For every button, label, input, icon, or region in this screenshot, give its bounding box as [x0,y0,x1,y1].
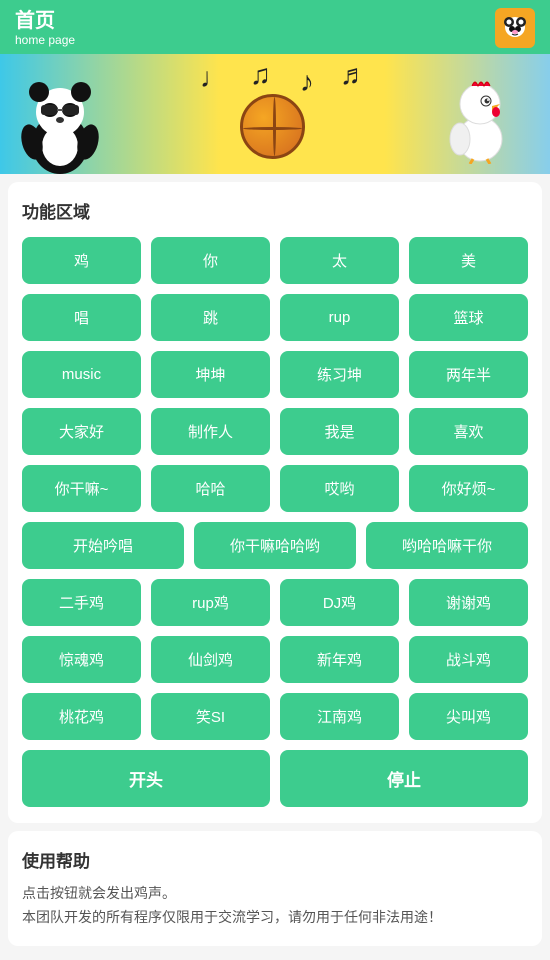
btn-youannoy[interactable]: 你好烦~ [409,465,528,512]
page-subtitle: home page [15,33,75,47]
main-section: 功能区域 鸡 你 太 美 唱 跳 rup 篮球 music 坤坤 练习坤 两年半… [8,182,542,823]
music-note-1: ♩ [200,62,228,94]
btn-dj-chicken[interactable]: DJ鸡 [280,579,399,626]
basketball [240,94,305,159]
banner: ♩ ♫ ♪ ♬ [0,54,550,174]
help-title: 使用帮助 [22,847,528,872]
btn-rup[interactable]: rup [280,294,399,341]
panda-character [15,74,105,174]
btn-sing[interactable]: 唱 [22,294,141,341]
btn-whatdoing-long[interactable]: 你干嘛哈哈哟 [194,522,356,569]
btn-chicken[interactable]: 鸡 [22,237,141,284]
button-row-7: 二手鸡 rup鸡 DJ鸡 谢谢鸡 [22,579,528,626]
btn-iam[interactable]: 我是 [280,408,399,455]
btn-twoyearhalf[interactable]: 两年半 [409,351,528,398]
chicken-character [440,74,520,164]
btn-secondhand-chicken[interactable]: 二手鸡 [22,579,141,626]
btn-you[interactable]: 你 [151,237,270,284]
panda-icon [496,9,534,47]
help-line-1: 点击按钮就会发出鸡声。 [22,882,528,906]
button-row-2: 唱 跳 rup 篮球 [22,294,528,341]
page-title: 首页 [15,9,75,33]
btn-whatdoing[interactable]: 你干嘛~ [22,465,141,512]
btn-horror-chicken[interactable]: 惊魂鸡 [22,636,141,683]
action-buttons: 开头 停止 [22,750,528,807]
music-note-2: ♫ [250,59,271,91]
btn-scream-chicken[interactable]: 尖叫鸡 [409,693,528,740]
music-note-3: ♪ [300,66,314,98]
button-row-4: 大家好 制作人 我是 喜欢 [22,408,528,455]
btn-music[interactable]: music [22,351,141,398]
button-row-9: 桃花鸡 笑SI 江南鸡 尖叫鸡 [22,693,528,740]
btn-beautiful[interactable]: 美 [409,237,528,284]
stop-button[interactable]: 停止 [280,750,528,807]
btn-rup-chicken[interactable]: rup鸡 [151,579,270,626]
avatar [495,8,535,48]
button-row-3: music 坤坤 练习坤 两年半 [22,351,528,398]
function-area-title: 功能区域 [22,198,528,223]
btn-basketball[interactable]: 篮球 [409,294,528,341]
button-row-1: 鸡 你 太 美 [22,237,528,284]
button-row-6: 开始吟唱 你干嘛哈哈哟 哟哈哈嘛干你 [22,522,528,569]
btn-thanks-chicken[interactable]: 谢谢鸡 [409,579,528,626]
btn-laugh-chicken[interactable]: 笑SI [151,693,270,740]
btn-haha-long[interactable]: 哟哈哈嘛干你 [366,522,528,569]
btn-hello[interactable]: 大家好 [22,408,141,455]
btn-too[interactable]: 太 [280,237,399,284]
btn-producer[interactable]: 制作人 [151,408,270,455]
btn-sword-chicken[interactable]: 仙剑鸡 [151,636,270,683]
btn-like[interactable]: 喜欢 [409,408,528,455]
help-section: 使用帮助 点击按钮就会发出鸡声。 本团队开发的所有程序仅限用于交流学习，请勿用于… [8,831,542,946]
btn-peach-chicken[interactable]: 桃花鸡 [22,693,141,740]
btn-practice[interactable]: 练习坤 [280,351,399,398]
btn-kunkun[interactable]: 坤坤 [151,351,270,398]
btn-newyear-chicken[interactable]: 新年鸡 [280,636,399,683]
header: 首页 home page [0,0,550,54]
music-note-4: ♬ [340,59,368,91]
btn-jiangnan-chicken[interactable]: 江南鸡 [280,693,399,740]
help-line-2: 本团队开发的所有程序仅限用于交流学习，请勿用于任何非法用途！ [22,906,528,930]
start-button[interactable]: 开头 [22,750,270,807]
btn-jump[interactable]: 跳 [151,294,270,341]
button-row-8: 惊魂鸡 仙剑鸡 新年鸡 战斗鸡 [22,636,528,683]
btn-startsing[interactable]: 开始吟唱 [22,522,184,569]
btn-haha[interactable]: 哈哈 [151,465,270,512]
header-text: 首页 home page [15,9,75,47]
btn-battle-chicken[interactable]: 战斗鸡 [409,636,528,683]
btn-aiyou[interactable]: 哎哟 [280,465,399,512]
button-row-5: 你干嘛~ 哈哈 哎哟 你好烦~ [22,465,528,512]
